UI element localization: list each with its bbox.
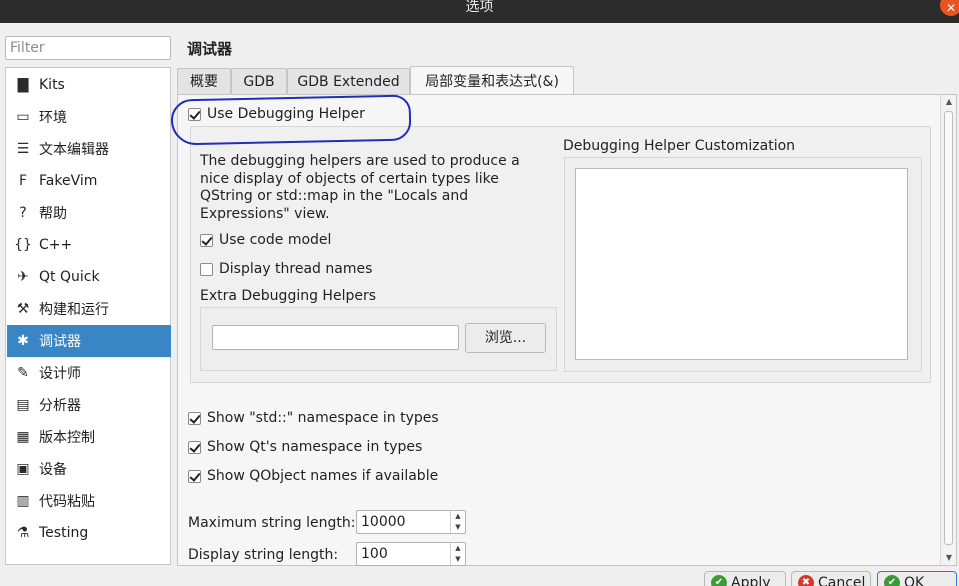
sidebar-item-9[interactable]: ✎ 设计师 (7, 357, 171, 389)
device-icon: ▣ (16, 461, 30, 477)
use-debugging-helper-checkbox[interactable]: Use Debugging Helper (188, 106, 365, 122)
checkbox-label: Show QObject names if available (207, 468, 439, 484)
sidebar-item-label: 调试器 (39, 334, 81, 350)
max-string-length-label: Maximum string length: (188, 515, 356, 531)
sidebar-item-8[interactable]: ✱ 调试器 (7, 325, 171, 357)
sidebar-item-5[interactable]: {} C++ (7, 229, 171, 261)
tab-gdb-extended[interactable]: GDB Extended (287, 68, 410, 94)
spin-arrows-icon[interactable]: ▲ ▼ (450, 543, 465, 565)
display-string-length-label: Display string length: (188, 547, 339, 563)
ok-label: OK (904, 575, 925, 586)
customization-label: Debugging Helper Customization (563, 138, 796, 154)
sidebar-item-3[interactable]: F FakeVim (7, 165, 171, 197)
debugging-helper-description: The debugging helpers are used to produc… (200, 153, 520, 222)
scroll-up-icon[interactable]: ▲ (941, 95, 957, 109)
sidebar-item-label: Qt Quick (39, 269, 100, 285)
sidebar-item-label: Testing (39, 525, 89, 541)
show-std-namespace-checkbox[interactable]: Show "std::" namespace in types (188, 410, 439, 426)
cancel-label: Cancel (818, 575, 866, 586)
extra-helpers-label: Extra Debugging Helpers (200, 288, 377, 304)
checkbox-label: Use Debugging Helper (207, 106, 365, 122)
spinbox-value: 100 (361, 546, 388, 562)
apply-button[interactable]: ✔ Apply (704, 571, 786, 586)
checkbox-label: Display thread names (219, 261, 373, 277)
sidebar-item-label: 设备 (39, 462, 67, 478)
use-code-model-checkbox[interactable]: Use code model (200, 232, 331, 248)
help-icon: ? (19, 205, 27, 221)
show-qobject-names-checkbox[interactable]: Show QObject names if available (188, 468, 438, 484)
page-title: 调试器 (187, 40, 233, 58)
sidebar-item-label: 分析器 (39, 398, 81, 414)
check-icon: ✔ (711, 575, 727, 586)
checkbox-label: Show Qt's namespace in types (207, 439, 423, 455)
qtquick-icon: ✈ (17, 269, 29, 285)
sidebar-item-10[interactable]: ▤ 分析器 (7, 389, 171, 421)
checkbox-box (188, 107, 201, 121)
window-title: 选项 (465, 0, 494, 15)
sidebar-item-label: FakeVim (39, 173, 98, 189)
bug-icon: ✱ (17, 333, 29, 349)
tab-locals-expressions[interactable]: 局部变量和表达式(&) (410, 66, 574, 95)
display-string-length-spinbox[interactable]: 100 ▲ ▼ (356, 542, 466, 566)
sidebar-item-1[interactable]: ▭ 环境 (7, 101, 171, 133)
sidebar-item-label: 环境 (39, 110, 67, 126)
scroll-down-icon[interactable]: ▼ (941, 551, 957, 565)
monitor-kit-icon: ▇ (17, 77, 29, 93)
sidebar-item-label: 帮助 (39, 206, 67, 222)
category-list: ▇ Kits ▭ 环境 ☰ 文本编辑器 F FakeVim? 帮助 {} C++ ✈ Qt Quick ⚒… (5, 67, 171, 565)
checkbox-box (188, 411, 201, 425)
sidebar-item-label: 代码粘贴 (39, 494, 95, 510)
monitor-icon: ▭ (16, 109, 30, 125)
display-thread-names-checkbox[interactable]: Display thread names (200, 261, 372, 277)
checkbox-label: Show "std::" namespace in types (207, 410, 439, 426)
tab-gdb[interactable]: GDB (231, 68, 287, 94)
sidebar-item-label: 构建和运行 (39, 302, 109, 318)
sidebar-item-label: 文本编辑器 (39, 142, 109, 158)
sidebar-item-2[interactable]: ☰ 文本编辑器 (7, 133, 171, 165)
ok-button[interactable]: ✔ OK (877, 571, 957, 586)
sidebar-item-14[interactable]: ⚗ Testing (7, 517, 171, 549)
extra-helpers-path-input[interactable] (212, 325, 459, 350)
sidebar-item-label: Kits (39, 77, 65, 93)
customization-textarea[interactable] (575, 168, 908, 360)
check-icon: ✔ (884, 575, 900, 586)
sidebar-item-12[interactable]: ▣ 设备 (7, 453, 171, 485)
sidebar-item-label: C++ (39, 237, 73, 253)
sidebar-item-label: 版本控制 (39, 430, 95, 446)
cancel-icon: ✖ (798, 575, 814, 586)
sidebar-item-0[interactable]: ▇ Kits (7, 69, 171, 101)
filter-input[interactable] (5, 36, 171, 60)
sidebar-item-4[interactable]: ? 帮助 (7, 197, 171, 229)
scroll-thumb[interactable] (944, 111, 953, 545)
sidebar-item-label: 设计师 (39, 366, 81, 382)
spin-arrows-icon[interactable]: ▲ ▼ (450, 511, 465, 533)
sidebar-item-6[interactable]: ✈ Qt Quick (7, 261, 171, 293)
checkbox-box (200, 233, 213, 247)
text-editor-icon: ☰ (16, 141, 30, 157)
checkbox-box (200, 262, 213, 276)
checkbox-box (188, 469, 201, 483)
cancel-button[interactable]: ✖ Cancel (791, 571, 871, 586)
title-bar: 选项 ✕ (0, 0, 959, 23)
vertical-scrollbar[interactable]: ▲ ▼ (940, 95, 956, 565)
checkbox-box (188, 440, 201, 454)
max-string-length-spinbox[interactable]: 10000 ▲ ▼ (356, 510, 466, 534)
clipboard-icon: ▥ (16, 493, 30, 509)
browse-button[interactable]: 浏览... (465, 323, 546, 353)
sidebar-item-7[interactable]: ⚒ 构建和运行 (7, 293, 171, 325)
fakevim-icon: F (18, 173, 28, 189)
spinbox-value: 10000 (361, 514, 406, 530)
sidebar-item-11[interactable]: ▦ 版本控制 (7, 421, 171, 453)
checkbox-label: Use code model (219, 232, 332, 248)
tab-overview[interactable]: 概要 (177, 68, 231, 94)
apply-label: Apply (731, 575, 771, 586)
braces-icon: {} (14, 237, 32, 253)
analyzer-icon: ▤ (16, 397, 30, 413)
sidebar-item-13[interactable]: ▥ 代码粘贴 (7, 485, 171, 517)
version-control-icon: ▦ (16, 429, 30, 445)
pencil-icon: ✎ (17, 365, 29, 381)
testing-icon: ⚗ (16, 525, 30, 541)
hammer-icon: ⚒ (16, 301, 30, 317)
show-qt-namespace-checkbox[interactable]: Show Qt's namespace in types (188, 439, 422, 455)
